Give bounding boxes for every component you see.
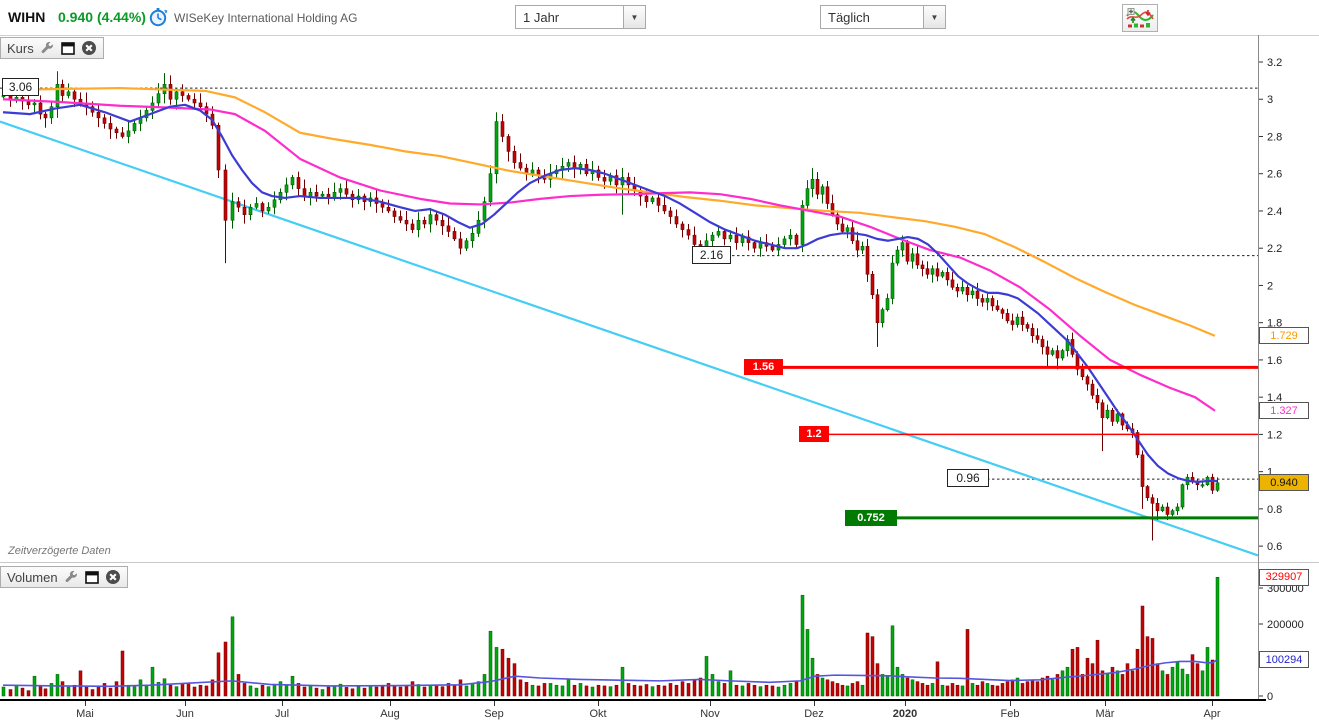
- month-label: Mär: [1083, 708, 1127, 720]
- axis-value-marker: 329907: [1259, 569, 1309, 586]
- svg-text:0.6: 0.6: [1267, 541, 1282, 553]
- price-level-label[interactable]: 0.96: [947, 469, 989, 487]
- month-label: Dez: [792, 708, 836, 720]
- month-label: Feb: [988, 708, 1032, 720]
- axis-value-marker: 0.940: [1259, 474, 1309, 491]
- month-tick: [814, 701, 815, 706]
- month-tick: [1010, 701, 1011, 706]
- price-level-label[interactable]: 1.2: [799, 426, 829, 442]
- svg-text:3.2: 3.2: [1267, 57, 1282, 69]
- price-level-label[interactable]: 2.16: [692, 246, 731, 264]
- axis-value-marker: 1.327: [1259, 402, 1309, 419]
- month-tick: [494, 701, 495, 706]
- panel-separator: [0, 562, 1319, 563]
- axis-value-marker: 1.729: [1259, 327, 1309, 344]
- price-level-label[interactable]: 3.06: [2, 78, 39, 96]
- price-volume-chart-canvas[interactable]: 3.232.82.62.42.221.81.61.41.210.80.63000…: [0, 0, 1319, 728]
- month-label: Sep: [472, 708, 516, 720]
- month-label: Mai: [63, 708, 107, 720]
- svg-text:1.2: 1.2: [1267, 429, 1282, 441]
- month-tick: [390, 701, 391, 706]
- svg-text:200000: 200000: [1267, 619, 1304, 631]
- month-label: Aug: [368, 708, 412, 720]
- svg-text:2.2: 2.2: [1267, 243, 1282, 255]
- svg-text:3: 3: [1267, 94, 1273, 106]
- month-label: Jul: [260, 708, 304, 720]
- delayed-data-note: Zeitverzögerte Daten: [8, 545, 111, 557]
- trading-app-window: WIHN 0.940 (4.44%) WISeKey International…: [0, 0, 1319, 728]
- x-axis-strip: Mai Jun Jul Aug Sep Okt Nov Dez 2020 Feb Mär Apr: [0, 701, 1319, 728]
- month-label: 2020: [883, 708, 927, 720]
- svg-text:0.8: 0.8: [1267, 504, 1282, 516]
- month-label: Apr: [1190, 708, 1234, 720]
- month-label: Okt: [576, 708, 620, 720]
- month-label: Jun: [163, 708, 207, 720]
- svg-text:2.6: 2.6: [1267, 169, 1282, 181]
- month-tick: [185, 701, 186, 706]
- month-tick: [282, 701, 283, 706]
- axis-separator-line: [1258, 35, 1259, 700]
- axis-value-marker: 100294: [1259, 651, 1309, 668]
- month-tick: [1105, 701, 1106, 706]
- month-tick: [710, 701, 711, 706]
- price-level-label[interactable]: 1.56: [744, 359, 783, 375]
- svg-text:2.4: 2.4: [1267, 206, 1282, 218]
- month-tick: [905, 701, 906, 706]
- svg-text:2.8: 2.8: [1267, 131, 1282, 143]
- month-label: Nov: [688, 708, 732, 720]
- svg-text:1.6: 1.6: [1267, 355, 1282, 367]
- month-tick: [1212, 701, 1213, 706]
- month-tick: [85, 701, 86, 706]
- month-tick: [598, 701, 599, 706]
- price-level-label[interactable]: 0.752: [845, 510, 897, 526]
- svg-text:2: 2: [1267, 280, 1273, 292]
